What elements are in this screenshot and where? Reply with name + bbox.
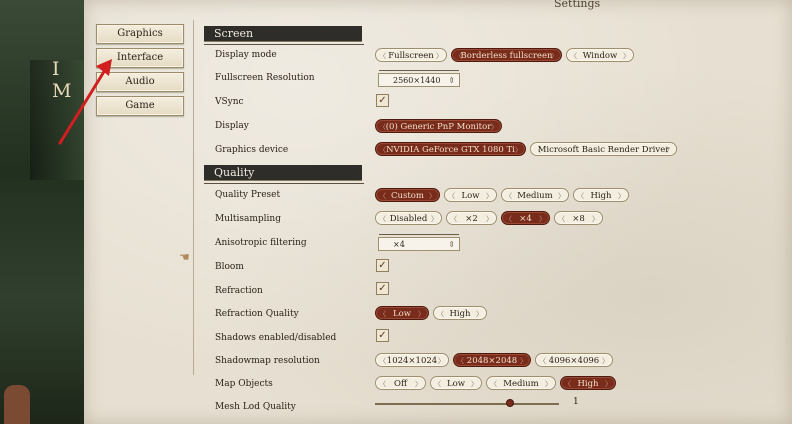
multisampling-disabled[interactable]: Disabled: [375, 211, 442, 226]
section-rule: [204, 44, 364, 45]
chevron-updown-icon: ⇕: [448, 240, 455, 249]
shadowmap-label: Shadowmap resolution: [215, 356, 320, 366]
background-scene: I M: [0, 0, 90, 424]
multisampling-x2[interactable]: ×2: [446, 211, 497, 226]
graphics-device-microsoft[interactable]: Microsoft Basic Render Driver: [530, 142, 677, 157]
quality-preset-medium[interactable]: Medium: [501, 188, 569, 203]
background-figure: [4, 385, 30, 424]
display-select[interactable]: (0) Generic PnP Monitor: [375, 119, 502, 134]
display-mode-window[interactable]: Window: [566, 48, 634, 63]
quality-preset-custom[interactable]: Custom: [375, 188, 440, 203]
bloom-label: Bloom: [215, 262, 244, 272]
graphics-device-nvidia[interactable]: NVIDIA GeForce GTX 1080 Ti: [375, 142, 526, 157]
refraction-quality-label: Refraction Quality: [215, 309, 299, 319]
display-mode-borderless[interactable]: Borderless fullscreen: [451, 48, 562, 63]
shadowmap-4096[interactable]: 4096×4096: [535, 353, 613, 368]
bloom-checkbox[interactable]: ✓: [376, 259, 389, 272]
refraction-checkbox[interactable]: ✓: [376, 282, 389, 295]
nav-audio[interactable]: Audio: [96, 72, 184, 92]
map-objects-high[interactable]: High: [560, 376, 616, 391]
graphics-device-label: Graphics device: [215, 145, 289, 155]
mesh-lod-label: Mesh Lod Quality: [215, 402, 296, 412]
vsync-label: VSync: [215, 97, 244, 107]
nav-graphics[interactable]: Graphics: [96, 24, 184, 44]
checkmark-icon: ✓: [378, 260, 387, 271]
display-label: Display: [215, 121, 249, 131]
display-mode-fullscreen[interactable]: Fullscreen: [375, 48, 447, 63]
section-header-quality: Quality: [204, 165, 362, 181]
refraction-label: Refraction: [215, 286, 263, 296]
mesh-lod-value: 1: [573, 397, 579, 407]
checkmark-icon: ✓: [378, 283, 387, 294]
dropdown-top-bar: [379, 70, 459, 74]
map-objects-label: Map Objects: [215, 379, 273, 389]
map-objects-low[interactable]: Low: [430, 376, 482, 391]
fullscreen-resolution-value: 2560×1440: [393, 76, 441, 85]
section-header-screen: Screen: [204, 26, 362, 42]
fullscreen-resolution-dropdown[interactable]: 2560×1440 ⇕: [378, 70, 460, 87]
dropdown-top-bar: [379, 234, 459, 238]
quality-preset-label: Quality Preset: [215, 190, 281, 200]
fullscreen-resolution-label: Fullscreen Resolution: [215, 73, 315, 83]
window-title: Settings: [554, 0, 601, 10]
anisotropic-label: Anisotropic filtering: [215, 238, 307, 248]
refraction-quality-high[interactable]: High: [433, 306, 487, 321]
multisampling-x4[interactable]: ×4: [501, 211, 550, 226]
anisotropic-value: ×4: [393, 240, 405, 249]
nav-game[interactable]: Game: [96, 96, 184, 116]
shadows-label: Shadows enabled/disabled: [215, 333, 337, 343]
chevron-updown-icon: ⇕: [448, 76, 455, 85]
refraction-quality-low[interactable]: Low: [375, 306, 429, 321]
mesh-lod-slider-track[interactable]: [375, 403, 559, 405]
nav-interface[interactable]: Interface: [96, 48, 184, 68]
shadowmap-2048[interactable]: 2048×2048: [453, 353, 531, 368]
checkmark-icon: ✓: [378, 330, 387, 341]
multisampling-label: Multisampling: [215, 214, 281, 224]
quality-preset-low[interactable]: Low: [444, 188, 497, 203]
anisotropic-dropdown[interactable]: ×4 ⇕: [378, 234, 460, 251]
multisampling-x8[interactable]: ×8: [554, 211, 603, 226]
mesh-lod-slider-handle[interactable]: [506, 399, 514, 407]
hand-pointer-icon: ☚: [179, 250, 190, 264]
nav-divider: [193, 20, 194, 375]
map-objects-off[interactable]: Off: [375, 376, 426, 391]
section-rule: [204, 183, 364, 184]
shadows-checkbox[interactable]: ✓: [376, 329, 389, 342]
shadowmap-1024[interactable]: 1024×1024: [375, 353, 449, 368]
checkmark-icon: ✓: [378, 95, 387, 106]
map-objects-medium[interactable]: Medium: [486, 376, 556, 391]
vsync-checkbox[interactable]: ✓: [376, 94, 389, 107]
display-mode-label: Display mode: [215, 50, 277, 60]
quality-preset-high[interactable]: High: [573, 188, 629, 203]
